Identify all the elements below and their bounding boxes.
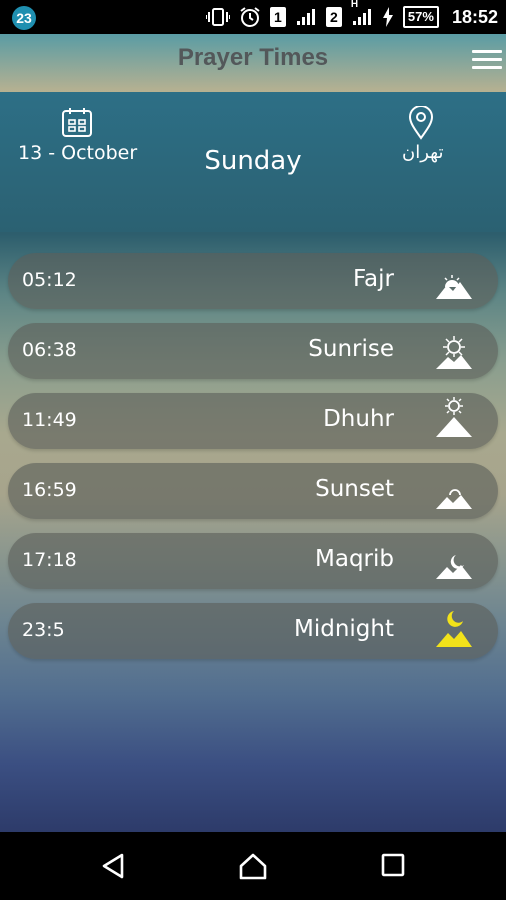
hamburger-icon-line xyxy=(472,58,502,61)
prayer-name: Fajr xyxy=(352,266,394,292)
app-bar: Prayer Times xyxy=(0,34,506,92)
recents-button[interactable] xyxy=(380,852,406,882)
prayer-row-sunset[interactable]: 16:59 Sunset xyxy=(8,463,498,519)
prayer-time: 16:59 xyxy=(22,479,77,501)
sun-high-over-mountain-icon xyxy=(436,397,472,439)
prayer-time: 06:38 xyxy=(22,339,77,361)
prayer-name: Midnight xyxy=(294,616,394,642)
prayer-row-dhuhr[interactable]: 11:49 Dhuhr xyxy=(8,393,498,449)
sun-setting-mountain-icon xyxy=(436,473,472,509)
prayer-time: 05:12 xyxy=(22,269,77,291)
status-icons: 1 2 H 57% 18:52 xyxy=(205,0,498,34)
hamburger-icon-line xyxy=(472,66,502,69)
crescent-moon-mountain-icon xyxy=(436,611,472,649)
battery-indicator: 57% xyxy=(402,6,439,28)
prayer-time: 11:49 xyxy=(22,409,77,431)
calendar-icon[interactable] xyxy=(61,106,93,142)
prayer-time: 17:18 xyxy=(22,549,77,571)
prayer-row-fajr[interactable]: 05:12 Fajr xyxy=(8,253,498,309)
charging-icon xyxy=(382,7,394,27)
network-type-label: H xyxy=(350,0,359,10)
location-pin-icon[interactable] xyxy=(407,105,435,144)
prayer-name: Dhuhr xyxy=(323,406,394,432)
menu-button[interactable] xyxy=(472,50,502,74)
alarm-icon xyxy=(239,6,261,28)
prayer-name: Sunrise xyxy=(308,336,394,362)
sun-over-mountain-icon xyxy=(436,333,472,369)
prayer-row-sunrise[interactable]: 06:38 Sunrise xyxy=(8,323,498,379)
sim1-indicator: 1 xyxy=(269,7,286,27)
moon-over-mountain-icon xyxy=(436,543,472,579)
navigation-bar xyxy=(0,832,506,900)
prayer-row-midnight[interactable]: 23:5 Midnight xyxy=(8,603,498,659)
notification-badge: 23 xyxy=(12,6,36,30)
app-title: Prayer Times xyxy=(177,44,329,71)
sim2-indicator: 2 xyxy=(325,7,342,27)
home-button[interactable] xyxy=(238,852,268,884)
date-header: 13 - October Sunday تهران xyxy=(0,92,506,232)
vibrate-icon xyxy=(205,7,230,27)
sun-rising-over-mountain-icon xyxy=(436,263,472,299)
hamburger-icon-line xyxy=(472,50,502,53)
prayer-name: Maqrib xyxy=(315,546,394,572)
app-content: Prayer Times 13 - October Sunday تهران 0… xyxy=(0,34,506,832)
back-button[interactable] xyxy=(100,852,126,884)
signal-strength-h-icon: H xyxy=(351,0,373,27)
prayer-name: Sunset xyxy=(315,476,394,502)
city-label[interactable]: تهران xyxy=(402,142,443,163)
status-clock: 18:52 xyxy=(451,6,498,27)
prayer-time: 23:5 xyxy=(22,619,65,641)
status-bar: 23 1 2 H 57% 18:52 xyxy=(0,0,506,34)
signal-strength-icon xyxy=(295,7,317,27)
prayer-row-maqrib[interactable]: 17:18 Maqrib xyxy=(8,533,498,589)
